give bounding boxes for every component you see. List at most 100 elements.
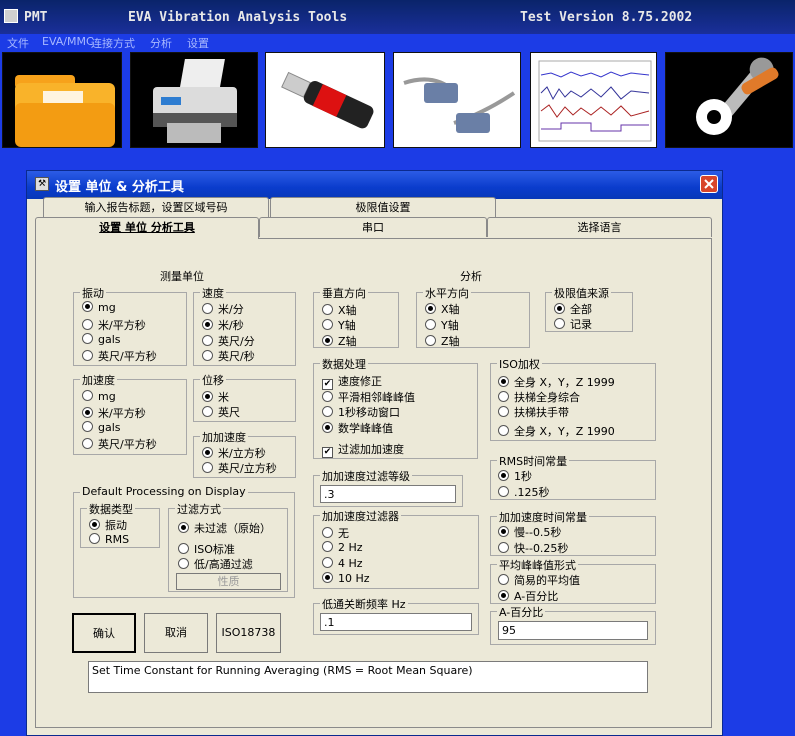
a-percent-input[interactable]: 95 [498, 621, 648, 640]
close-button[interactable] [700, 175, 718, 193]
waveform-chart-icon[interactable] [530, 52, 657, 148]
usb-drive-icon[interactable] [265, 52, 385, 148]
iso-option-escalator-body[interactable]: 扶梯全身综合 [498, 389, 580, 405]
rms-time-label: RMS时间常量 [497, 453, 570, 469]
vertical-option-x[interactable]: X轴 [322, 302, 357, 318]
avg-peak-option-percent[interactable]: A-百分比 [498, 588, 558, 604]
horizontal-option-x[interactable]: X轴 [425, 301, 460, 317]
vibration-option-mps2[interactable]: 米/平方秒 [82, 317, 146, 333]
acceleration-label: 加速度 [80, 372, 117, 388]
tab-limit-settings[interactable]: 极限值设置 [270, 197, 496, 217]
radio-icon [498, 542, 509, 553]
acceleration-option-fps2[interactable]: 英尺/平方秒 [82, 436, 157, 452]
tab-language[interactable]: 选择语言 [487, 217, 712, 237]
radio-icon [82, 350, 93, 361]
radio-icon [202, 406, 213, 417]
dp-option-math-peaks[interactable]: 数学峰峰值 [322, 420, 393, 436]
horizontal-axis-label: 水平方向 [423, 285, 471, 301]
jerk-filter-option-2hz[interactable]: 2 Hz [322, 541, 363, 554]
iso-option-whole-body-1990[interactable]: 全身 X，Y，Z 1990 [498, 423, 615, 439]
close-icon [704, 179, 714, 189]
acceleration-option-mg[interactable]: mg [82, 390, 116, 403]
data-type-option-rms[interactable]: RMS [89, 533, 129, 546]
checkbox-icon: ✔ [322, 447, 333, 458]
dp-option-smooth-peaks[interactable]: 平滑相邻峰峰值 [322, 389, 415, 405]
radio-icon [322, 304, 333, 315]
radio-icon [425, 335, 436, 346]
jerk-option-mps3[interactable]: 米/立方秒 [202, 445, 266, 461]
radio-icon [322, 391, 333, 402]
acceleration-option-gals[interactable]: gals [82, 421, 121, 434]
vibration-option-mg[interactable]: mg [82, 301, 116, 314]
menu-settings[interactable]: 设置 [187, 35, 209, 51]
menu-analysis[interactable]: 分析 [150, 35, 172, 51]
app-title-center: EVA Vibration Analysis Tools [128, 10, 348, 25]
data-type-option-vibration[interactable]: 振动 [89, 517, 127, 533]
limit-source-option-record[interactable]: 记录 [554, 316, 592, 332]
radio-icon [89, 533, 100, 544]
jerk-time-option-fast[interactable]: 快--0.25秒 [498, 540, 568, 556]
limit-source-option-all[interactable]: 全部 [554, 301, 592, 317]
tab-report-title[interactable]: 输入报告标题，设置区域号码 [43, 197, 269, 217]
radio-icon [322, 319, 333, 330]
displacement-option-ft[interactable]: 英尺 [202, 404, 240, 420]
jerk-filter-option-4hz[interactable]: 4 Hz [322, 557, 363, 570]
velocity-option-mps[interactable]: 米/秒 [202, 317, 244, 333]
horizontal-option-y[interactable]: Y轴 [425, 317, 459, 333]
dp-option-moving-window[interactable]: 1秒移动窗口 [322, 404, 400, 420]
iso18738-button[interactable]: ISO18738 [216, 613, 281, 653]
rms-time-option-1s[interactable]: 1秒 [498, 468, 532, 484]
ok-button[interactable]: 确认 [72, 613, 136, 653]
iso-option-escalator-handrail[interactable]: 扶梯扶手带 [498, 404, 569, 420]
jerk-time-option-slow[interactable]: 慢--0.5秒 [498, 524, 561, 540]
displacement-label: 位移 [200, 372, 226, 388]
app-title-bar: PMT EVA Vibration Analysis Tools Test Ve… [0, 0, 795, 34]
radio-icon [322, 541, 333, 552]
radio-icon [498, 470, 509, 481]
tab-units-analysis[interactable]: 设置 单位 分析工具 [35, 217, 259, 239]
app-logo-icon [4, 9, 18, 23]
menu-file[interactable]: 文件 [7, 35, 29, 51]
acceleration-option-mps2[interactable]: 米/平方秒 [82, 405, 146, 421]
dialog-title-bar: ⚒ 设置 单位 & 分析工具 [27, 171, 722, 199]
dp-option-filter-jerk[interactable]: ✔ 过滤加加速度 [322, 441, 404, 458]
vibration-option-fps2[interactable]: 英尺/平方秒 [82, 348, 157, 364]
filter-mode-option-raw[interactable]: 未过滤（原始） [178, 520, 271, 536]
tab-serial-port[interactable]: 串口 [259, 217, 487, 237]
jerk-filter-option-none[interactable]: 无 [322, 525, 349, 541]
filter-mode-option-lowhigh[interactable]: 低/高通过滤 [178, 556, 253, 572]
radio-icon [82, 438, 93, 449]
iso-option-whole-body-1999[interactable]: 全身 X，Y，Z 1999 [498, 374, 615, 390]
properties-button[interactable]: 性质 [176, 573, 281, 590]
rms-time-option-125[interactable]: .125秒 [498, 484, 550, 500]
radio-icon [202, 462, 213, 473]
velocity-option-mpm[interactable]: 米/分 [202, 301, 244, 317]
iso-weight-label: ISO加权 [497, 356, 542, 372]
velocity-option-fpm[interactable]: 英尺/分 [202, 333, 255, 349]
dp-option-velocity-correction[interactable]: ✔ 速度修正 [322, 373, 382, 390]
displacement-option-m[interactable]: 米 [202, 389, 229, 405]
radio-icon [322, 527, 333, 538]
radio-icon [82, 390, 93, 401]
menu-eva-mmc[interactable]: EVA/MMC [42, 35, 94, 48]
radio-icon [554, 303, 565, 314]
filter-mode-option-iso[interactable]: ISO标准 [178, 541, 235, 557]
serial-cable-icon[interactable] [393, 52, 521, 148]
cancel-button[interactable]: 取消 [144, 613, 208, 653]
folder-icon[interactable] [2, 52, 122, 148]
a-percent-label: A-百分比 [497, 604, 546, 620]
vertical-option-y[interactable]: Y轴 [322, 317, 356, 333]
menu-connection[interactable]: 连接方式 [91, 35, 135, 51]
measure-units-header: 测量单位 [160, 270, 204, 283]
printer-icon[interactable] [130, 52, 258, 148]
vertical-option-z[interactable]: Z轴 [322, 333, 357, 349]
jerk-filter-level-input[interactable]: .3 [320, 485, 456, 503]
velocity-option-fps[interactable]: 英尺/秒 [202, 348, 255, 364]
avg-peak-option-simple[interactable]: 简易的平均值 [498, 572, 580, 588]
horizontal-option-z[interactable]: Z轴 [425, 333, 460, 349]
lowpass-input[interactable]: .1 [320, 613, 472, 631]
jerk-option-fps3[interactable]: 英尺/立方秒 [202, 460, 277, 476]
settings-tools-icon[interactable] [665, 52, 793, 148]
vibration-option-gals[interactable]: gals [82, 333, 121, 346]
jerk-filter-option-10hz[interactable]: 10 Hz [322, 572, 370, 585]
